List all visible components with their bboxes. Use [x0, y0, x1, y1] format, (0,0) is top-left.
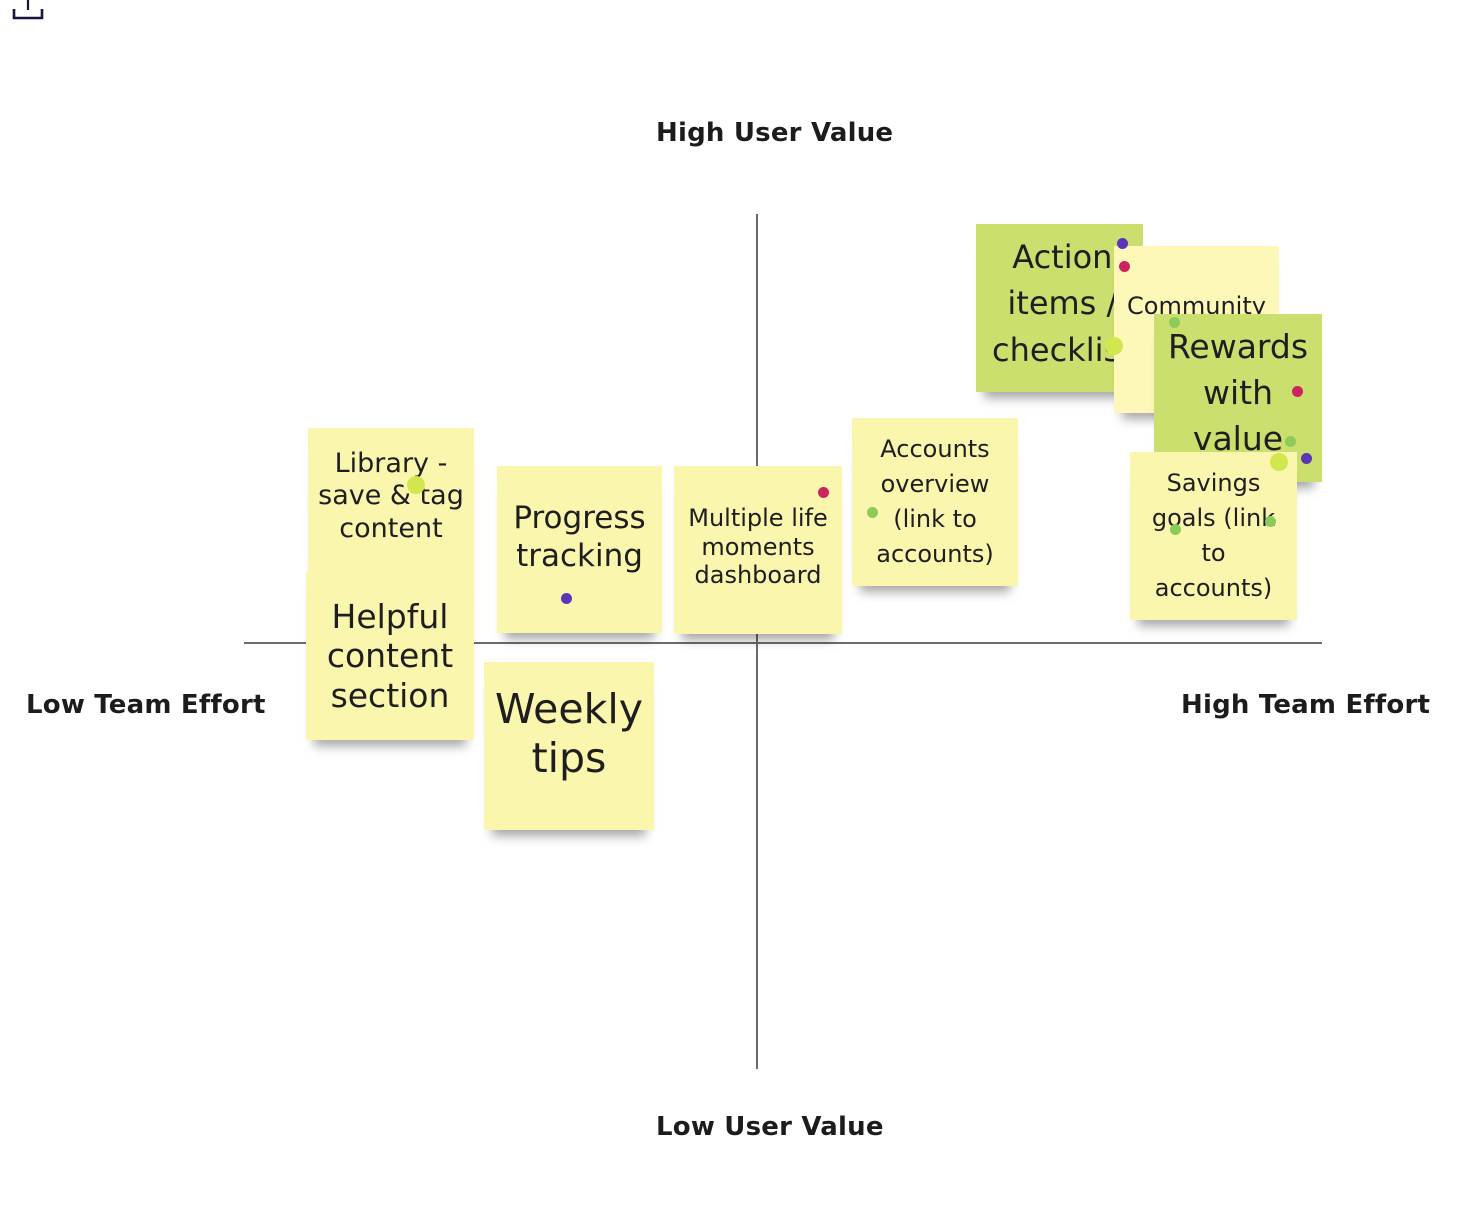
sticky-note-accounts-overview[interactable]: Accounts overview (link to accounts) [852, 418, 1018, 586]
export-icon[interactable] [12, 0, 46, 22]
sticky-note-weekly-tips[interactable]: Weekly tips [484, 662, 654, 830]
sticky-note-text: Helpful content section [326, 596, 454, 715]
vote-dot-green [1169, 317, 1180, 328]
vote-dot-purple [1301, 453, 1312, 464]
vote-dot-green [1170, 524, 1181, 535]
axis-label-high-user-value: High User Value [656, 118, 894, 148]
sticky-note-text: Weekly tips [495, 684, 643, 782]
sticky-note-multiple-life-moments[interactable]: Multiple life moments dashboard [674, 466, 842, 634]
vote-dot-green [1285, 436, 1296, 447]
vote-dot-green [867, 507, 878, 518]
axis-label-high-team-effort: High Team Effort [1181, 690, 1431, 720]
sticky-note-savings-goals[interactable]: Savings goals (link to accounts) [1130, 452, 1297, 620]
sticky-note-helpful-content[interactable]: Helpful content section [306, 572, 474, 740]
sticky-note-text: Savings goals (link to accounts) [1151, 469, 1276, 602]
sticky-note-text: Library - save & tag content [318, 448, 464, 544]
vote-dot-lime [1270, 453, 1288, 471]
sticky-note-progress-tracking[interactable]: Progress tracking [497, 466, 662, 633]
sticky-note-text: Progress tracking [513, 500, 646, 574]
vote-dot-pink [818, 487, 829, 498]
axis-label-low-team-effort: Low Team Effort [26, 690, 266, 720]
vote-dot-purple [1117, 238, 1128, 249]
sticky-note-text: Accounts overview (link to accounts) [876, 435, 994, 568]
axis-label-low-user-value: Low User Value [656, 1112, 884, 1142]
sticky-note-text: Multiple life moments dashboard [688, 503, 828, 590]
vote-dot-purple [561, 593, 572, 604]
vote-dot-pink [1292, 386, 1303, 397]
vote-dot-pink [1119, 261, 1130, 272]
vote-dot-green [1265, 516, 1276, 527]
vote-dot-lime [407, 476, 425, 494]
vote-dot-lime [1105, 337, 1123, 355]
